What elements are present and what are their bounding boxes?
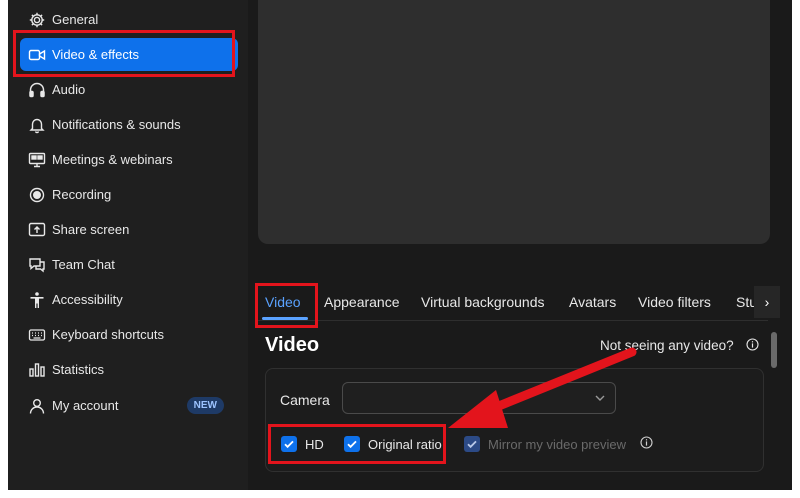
sidebar-item-share-screen[interactable]: Share screen	[20, 213, 238, 246]
accessibility-icon	[28, 291, 46, 309]
tab-appearance[interactable]: Appearance	[324, 294, 400, 310]
highlight-video-effects	[13, 30, 235, 77]
gear-icon	[28, 11, 46, 29]
meetings-icon	[28, 151, 46, 169]
sidebar-item-label: Audio	[52, 82, 86, 97]
user-icon	[28, 397, 46, 415]
chevron-right-icon: ›	[764, 294, 770, 310]
mirror-video-label: Mirror my video preview	[488, 437, 626, 452]
sidebar-item-label: Accessibility	[52, 292, 123, 307]
settings-tabs: Video Appearance Virtual backgrounds Ava…	[258, 286, 780, 321]
sidebar-item-team-chat[interactable]: Team Chat	[20, 248, 238, 281]
bell-icon	[28, 116, 46, 134]
no-video-help-link[interactable]: Not seeing any video?	[600, 338, 734, 353]
sidebar-item-notifications[interactable]: Notifications & sounds	[20, 108, 238, 141]
sidebar-item-label: Keyboard shortcuts	[52, 327, 165, 342]
highlight-video-tab	[255, 283, 318, 328]
chat-icon	[28, 256, 46, 274]
sidebar-item-label: Meetings & webinars	[52, 152, 173, 167]
camera-label: Camera	[280, 392, 330, 408]
info-icon[interactable]	[640, 436, 653, 449]
sidebar-item-label: Team Chat	[52, 257, 115, 272]
tab-avatars[interactable]: Avatars	[569, 294, 616, 310]
tabs-scroll-right-button[interactable]: ›	[754, 286, 780, 318]
statistics-icon	[28, 361, 46, 379]
record-icon	[28, 186, 46, 204]
section-title: Video	[265, 334, 320, 356]
share-screen-icon	[28, 221, 46, 239]
chevron-down-icon	[595, 395, 605, 401]
settings-content: Video Appearance Virtual backgrounds Ava…	[248, 0, 792, 490]
scrollbar-thumb[interactable]	[771, 332, 777, 368]
camera-select[interactable]	[342, 382, 616, 414]
sidebar-item-accessibility[interactable]: Accessibility	[20, 283, 238, 316]
highlight-checkboxes	[268, 424, 446, 464]
sidebar-item-audio[interactable]: Audio	[20, 73, 238, 106]
sidebar-item-label: My account	[52, 398, 119, 413]
video-preview	[258, 0, 770, 244]
sidebar-item-label: General	[52, 12, 99, 27]
sidebar-item-my-account[interactable]: My account NEW	[20, 389, 238, 422]
mirror-video-checkbox[interactable]	[464, 436, 480, 452]
sidebar-item-label: Share screen	[52, 222, 130, 237]
info-icon[interactable]	[746, 338, 759, 351]
keyboard-icon	[28, 326, 46, 344]
new-badge: NEW	[186, 397, 224, 414]
tab-virtual-backgrounds[interactable]: Virtual backgrounds	[421, 294, 544, 310]
sidebar-item-meetings[interactable]: Meetings & webinars	[20, 143, 238, 176]
sidebar-item-label: Recording	[52, 187, 112, 202]
headphones-icon	[28, 81, 46, 99]
sidebar-item-recording[interactable]: Recording	[20, 178, 238, 211]
tab-video-filters[interactable]: Video filters	[638, 294, 711, 310]
sidebar-item-statistics[interactable]: Statistics	[20, 353, 238, 386]
sidebar-item-keyboard-shortcuts[interactable]: Keyboard shortcuts	[20, 318, 238, 351]
sidebar-item-label: Statistics	[52, 362, 105, 377]
sidebar-item-label: Notifications & sounds	[52, 117, 181, 132]
checkmark-icon	[467, 440, 477, 449]
